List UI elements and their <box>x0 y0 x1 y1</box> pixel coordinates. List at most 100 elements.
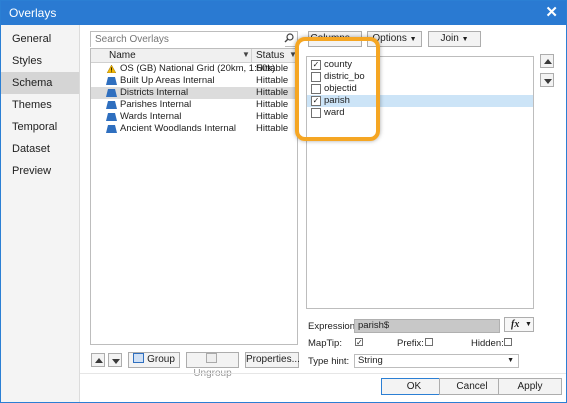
field-label: county <box>324 59 352 70</box>
checkbox[interactable] <box>311 84 321 94</box>
overlay-status: Hittable <box>256 87 289 98</box>
field-label: objectid <box>324 83 357 94</box>
field-list: ✓ county distric_bo objectid ✓ parish wa… <box>306 56 534 309</box>
options-button-label: Options <box>372 33 407 44</box>
function-icon: fx <box>511 319 520 330</box>
list-item[interactable]: Built Up Areas Internal Hittable <box>91 75 297 87</box>
expression-field[interactable]: parish$ <box>354 319 500 333</box>
chevron-down-icon: ▼ <box>507 357 514 364</box>
overlay-status: Hittable <box>256 99 289 110</box>
maptip-label: MapTip: <box>308 338 342 349</box>
ok-button[interactable]: OK <box>381 378 447 395</box>
chevron-down-icon: ▼ <box>461 36 469 43</box>
footer-divider <box>80 373 566 374</box>
overlays-dialog: Overlays ✕ General Styles Schema Themes … <box>0 0 567 403</box>
window-title: Overlays <box>9 6 57 20</box>
hidden-checkbox[interactable] <box>504 338 512 346</box>
join-button-label: Join <box>440 33 459 44</box>
overlay-status: Hittable <box>256 75 289 86</box>
sidebar-item-styles[interactable]: Styles <box>1 50 79 72</box>
layer-icon <box>106 77 117 85</box>
chevron-down-icon: ▼ <box>352 36 360 43</box>
field-move-down-button[interactable] <box>540 73 554 87</box>
field-item-ward[interactable]: ward <box>307 107 533 119</box>
options-button[interactable]: Options ▼ <box>367 31 422 47</box>
list-item[interactable]: Wards Internal Hittable <box>91 111 297 123</box>
list-item[interactable]: OS (GB) National Grid (20km, 1:50k) Hitt… <box>91 63 297 75</box>
list-item-selected[interactable]: Districts Internal Hittable <box>91 87 297 99</box>
hidden-label: Hidden: <box>471 338 504 349</box>
field-item-county[interactable]: ✓ county <box>307 59 533 71</box>
sidebar-item-preview[interactable]: Preview <box>1 160 79 182</box>
arrow-down-icon <box>544 79 552 84</box>
field-label: distric_bo <box>324 71 365 82</box>
field-item-parish[interactable]: ✓ parish <box>307 95 533 107</box>
maptip-checkbox[interactable]: ✓ <box>355 338 363 347</box>
overlay-status: Hittable <box>256 123 289 134</box>
type-hint-label: Type hint: <box>308 356 350 367</box>
type-hint-value: String <box>358 355 383 366</box>
checkbox-checked[interactable]: ✓ <box>311 96 321 106</box>
name-column-header[interactable]: Name <box>109 50 136 61</box>
overlay-status: Hittable <box>256 111 289 122</box>
expression-label: Expression: <box>308 321 358 332</box>
layer-icon <box>106 113 117 121</box>
search-box <box>90 31 298 47</box>
group-button-label: Group <box>147 354 175 365</box>
checkbox-checked[interactable]: ✓ <box>311 60 321 70</box>
field-item-distric-bo[interactable]: distric_bo <box>307 71 533 83</box>
search-icon[interactable] <box>284 33 294 43</box>
group-button[interactable]: Group <box>128 352 180 368</box>
arrow-down-icon <box>112 359 120 364</box>
prefix-checkbox[interactable] <box>425 338 433 346</box>
layer-icon <box>106 125 117 133</box>
field-move-up-button[interactable] <box>540 54 554 68</box>
properties-button[interactable]: Properties... <box>245 352 300 368</box>
field-item-objectid[interactable]: objectid <box>307 83 533 95</box>
title-bar: Overlays ✕ <box>1 1 566 25</box>
type-hint-select[interactable]: String ▼ <box>354 354 519 368</box>
overlay-name: Ancient Woodlands Internal <box>120 123 237 134</box>
columns-button[interactable]: Columns ▼ <box>308 31 362 47</box>
sort-arrow-icon[interactable]: ▼ <box>242 50 250 59</box>
column-divider <box>251 49 252 62</box>
overlay-list: Name ▼ Status ▼ OS (GB) National Grid (2… <box>90 48 298 345</box>
checkbox[interactable] <box>311 72 321 82</box>
join-button[interactable]: Join ▼ <box>428 31 481 47</box>
field-label: ward <box>324 107 345 118</box>
sidebar-item-general[interactable]: General <box>1 28 79 50</box>
sidebar-item-dataset[interactable]: Dataset <box>1 138 79 160</box>
status-column-header[interactable]: Status <box>256 50 284 61</box>
overlay-name: Districts Internal <box>120 87 189 98</box>
apply-button[interactable]: Apply <box>498 378 562 395</box>
move-up-button[interactable] <box>91 353 105 367</box>
filter-arrow-icon[interactable]: ▼ <box>289 50 297 59</box>
layer-icon <box>106 101 117 109</box>
overlay-status: Hittable <box>256 63 289 74</box>
cancel-button[interactable]: Cancel <box>439 378 505 395</box>
search-input[interactable] <box>91 32 285 47</box>
chevron-down-icon: ▼ <box>525 321 532 328</box>
layer-icon <box>106 89 117 97</box>
checkbox[interactable] <box>311 108 321 118</box>
overlay-name: Parishes Internal <box>120 99 192 110</box>
columns-button-label: Columns <box>310 33 350 44</box>
sidebar-item-themes[interactable]: Themes <box>1 94 79 116</box>
ungroup-icon <box>205 353 217 363</box>
chevron-down-icon: ▼ <box>409 36 417 43</box>
overlay-name: Wards Internal <box>120 111 182 122</box>
arrow-up-icon <box>544 59 552 64</box>
ungroup-button[interactable]: Ungroup <box>186 352 239 379</box>
overlay-name: OS (GB) National Grid (20km, 1:50k) <box>120 63 276 74</box>
group-icon <box>133 353 145 363</box>
sidebar-item-temporal[interactable]: Temporal <box>1 116 79 138</box>
list-item[interactable]: Parishes Internal Hittable <box>91 99 297 111</box>
warning-icon <box>106 65 117 73</box>
list-item[interactable]: Ancient Woodlands Internal Hittable <box>91 123 297 135</box>
sidebar-item-schema[interactable]: Schema <box>1 72 79 94</box>
prefix-label: Prefix: <box>397 338 424 349</box>
close-icon[interactable]: ✕ <box>545 3 558 21</box>
fx-button[interactable]: fx ▼ <box>504 317 534 332</box>
field-label: parish <box>324 95 350 106</box>
move-down-button[interactable] <box>108 353 122 367</box>
